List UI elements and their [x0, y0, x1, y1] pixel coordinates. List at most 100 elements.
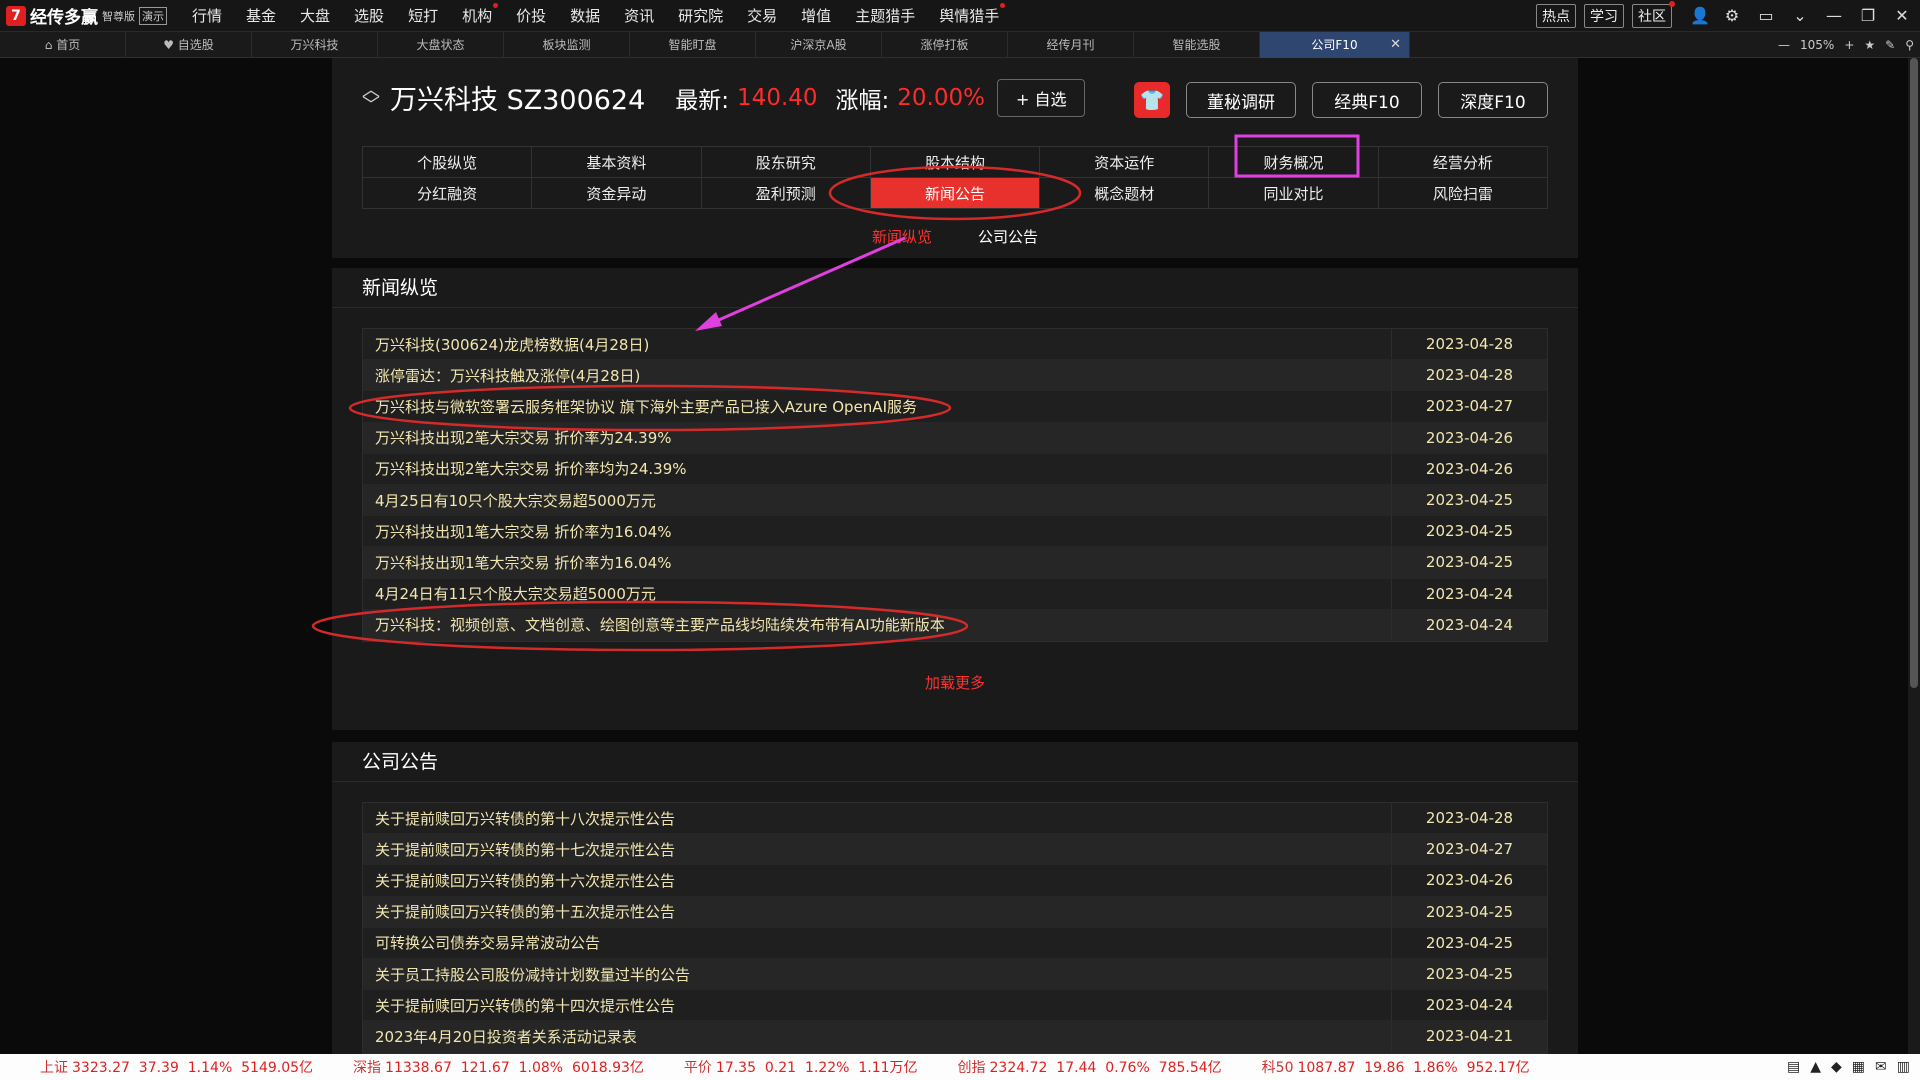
table-row[interactable]: 关于提前赎回万兴转债的第十八次提示性公告 2023-04-28 [363, 803, 1547, 835]
deep-f10-button[interactable]: 深度F10 [1438, 82, 1548, 118]
index-quote[interactable]: 上证 3323.27 37.39 1.14% 5149.05亿 [40, 1057, 313, 1077]
menu-item[interactable]: 大盘 [288, 5, 342, 26]
chevron-down-icon[interactable]: ⌄ [1792, 6, 1808, 25]
menu-item[interactable]: 选股 [342, 5, 396, 26]
close-icon[interactable]: ✕ [1894, 6, 1910, 25]
index-quote[interactable]: 平价 17.35 0.21 1.22% 1.11万亿 [684, 1057, 918, 1077]
restore-icon[interactable]: ❐ [1860, 6, 1876, 25]
table-row[interactable]: 4月25日有10只个股大宗交易超5000万元 2023-04-25 [363, 484, 1547, 517]
table-row[interactable]: 万兴科技出现1笔大宗交易 折价率为16.04% 2023-04-25 [363, 547, 1547, 579]
f10-nav-item[interactable]: 基本资料 [532, 147, 702, 178]
row-title-link[interactable]: 关于提前赎回万兴转债的第十七次提示性公告 [363, 839, 1391, 860]
f10-nav-item[interactable]: 盈利预测 [701, 178, 871, 209]
table-row[interactable]: 万兴科技与微软签署云服务框架协议 旗下海外主要产品已接入Azure OpenAI… [363, 391, 1547, 423]
alert-icon[interactable]: ▲ [1810, 1059, 1821, 1075]
zoom-in-icon[interactable]: + [1844, 38, 1854, 52]
subtab-announcements[interactable]: 公司公告 [978, 226, 1038, 247]
grid-icon[interactable]: ▥ [1897, 1059, 1910, 1075]
gear-icon[interactable]: ⚙ [1724, 6, 1740, 25]
tab-stock[interactable]: 万兴科技 [252, 31, 378, 58]
menu-item[interactable]: 资讯 [612, 5, 666, 26]
tab-smart-pick[interactable]: 智能选股 [1134, 31, 1260, 58]
tab-a-shares[interactable]: 沪深京A股 [756, 31, 882, 58]
tab-market-status[interactable]: 大盘状态 [378, 31, 504, 58]
tab-watchlist[interactable]: ♥ 自选股 [126, 31, 252, 58]
menu-item[interactable]: 舆情猎手 [927, 3, 1011, 26]
row-title-link[interactable]: 万兴科技：视频创意、文档创意、绘图创意等主要产品线均陆续发布带有AI功能新版本 [363, 614, 1391, 635]
row-title-link[interactable]: 涨停雷达：万兴科技触及涨停(4月28日) [363, 365, 1391, 386]
tab-home[interactable]: ⌂ 首页 [0, 31, 126, 58]
f10-nav-item[interactable]: 经营分析 [1378, 147, 1548, 178]
row-title-link[interactable]: 万兴科技出现2笔大宗交易 折价率均为24.39% [363, 458, 1391, 479]
layout-icon[interactable]: ▭ [1758, 6, 1774, 25]
tab-close-icon[interactable]: ✕ [1390, 37, 1401, 52]
row-title-link[interactable]: 关于员工持股公司股份减持计划数量过半的公告 [363, 964, 1391, 985]
f10-nav-item[interactable]: 概念题材 [1040, 178, 1210, 209]
row-title-link[interactable]: 万兴科技出现1笔大宗交易 折价率为16.04% [363, 552, 1391, 573]
menu-item[interactable]: 价投 [504, 5, 558, 26]
row-title-link[interactable]: 关于提前赎回万兴转债的第十四次提示性公告 [363, 995, 1391, 1016]
menu-item[interactable]: 短打 [396, 5, 450, 26]
row-title-link[interactable]: 2023年4月20日投资者关系活动记录表 [363, 1026, 1391, 1047]
table-row[interactable]: 万兴科技：视频创意、文档创意、绘图创意等主要产品线均陆续发布带有AI功能新版本 2… [363, 609, 1547, 641]
row-title-link[interactable]: 4月25日有10只个股大宗交易超5000万元 [363, 490, 1391, 511]
table-row[interactable]: 万兴科技出现2笔大宗交易 折价率为24.39% 2023-04-26 [363, 422, 1547, 454]
tab-monthly[interactable]: 经传月刊 [1008, 31, 1134, 58]
f10-nav-item[interactable]: 资本运作 [1040, 147, 1210, 178]
add-watchlist-button[interactable]: + 自选 [996, 78, 1086, 117]
row-title-link[interactable]: 关于提前赎回万兴转债的第十八次提示性公告 [363, 808, 1391, 829]
menu-item[interactable]: 研究院 [666, 5, 735, 26]
row-title-link[interactable]: 万兴科技与微软签署云服务框架协议 旗下海外主要产品已接入Azure OpenAI… [363, 396, 1391, 417]
table-row[interactable]: 万兴科技出现2笔大宗交易 折价率均为24.39% 2023-04-26 [363, 453, 1547, 485]
row-title-link[interactable]: 万兴科技(300624)龙虎榜数据(4月28日) [363, 334, 1391, 355]
table-row[interactable]: 2023年4月20日投资者关系活动记录表 2023-04-21 [363, 1021, 1547, 1053]
classic-f10-button[interactable]: 经典F10 [1312, 82, 1422, 118]
row-title-link[interactable]: 4月24日有11只个股大宗交易超5000万元 [363, 583, 1391, 604]
minimize-icon[interactable]: — [1826, 6, 1842, 25]
f10-nav-item[interactable]: 风险扫雷 [1378, 178, 1548, 209]
switch-stock-icon[interactable]: ︿ ﹀ [362, 81, 380, 114]
menu-item[interactable]: 基金 [234, 5, 288, 26]
tab-limit-up[interactable]: 涨停打板 [882, 31, 1008, 58]
tab-smart-watch[interactable]: 智能盯盘 [630, 31, 756, 58]
chart-icon[interactable]: ▦ [1852, 1059, 1865, 1075]
dongmi-research-button[interactable]: 董秘调研 [1186, 82, 1296, 118]
community-button[interactable]: 社区 [1632, 0, 1675, 28]
index-quote[interactable]: 深指 11338.67 121.67 1.08% 6018.93亿 [353, 1057, 644, 1077]
table-row[interactable]: 可转换公司债券交易异常波动公告 2023-04-25 [363, 927, 1547, 959]
menu-item[interactable]: 行情 [180, 5, 234, 26]
f10-nav-item[interactable]: 同业对比 [1209, 178, 1379, 209]
tab-sector-monitor[interactable]: 板块监测 [504, 31, 630, 58]
f10-nav-item[interactable]: 财务概况 [1209, 147, 1379, 178]
f10-nav-item[interactable]: 个股纵览 [363, 147, 533, 178]
f10-nav-item[interactable]: 股本结构 [870, 147, 1041, 178]
f10-nav-item[interactable]: 股东研究 [701, 147, 871, 178]
tab-company-f10[interactable]: 公司F10 ✕ [1260, 31, 1410, 58]
table-row[interactable]: 关于员工持股公司股份减持计划数量过半的公告 2023-04-25 [363, 958, 1547, 991]
pen-icon[interactable]: ✎ [1885, 38, 1895, 52]
star-icon[interactable]: ★ [1864, 38, 1875, 52]
hot-button[interactable]: 热点 [1536, 3, 1576, 28]
load-more-link[interactable]: 加载更多 [332, 672, 1578, 693]
menu-item[interactable]: 交易 [735, 5, 789, 26]
table-row[interactable]: 涨停雷达：万兴科技触及涨停(4月28日) 2023-04-28 [363, 360, 1547, 392]
table-row[interactable]: 万兴科技出现1笔大宗交易 折价率为16.04% 2023-04-25 [363, 516, 1547, 548]
menu-item[interactable]: 机构 [450, 3, 504, 26]
row-title-link[interactable]: 可转换公司债券交易异常波动公告 [363, 932, 1391, 953]
f10-nav-item[interactable]: 分红融资 [363, 178, 533, 209]
table-row[interactable]: 关于提前赎回万兴转债的第十四次提示性公告 2023-04-24 [363, 990, 1547, 1022]
pin-icon[interactable]: ⚲ [1905, 38, 1914, 52]
zoom-out-icon[interactable]: — [1778, 38, 1790, 52]
scroll-thumb[interactable] [1910, 58, 1918, 688]
shirt-icon[interactable]: 👕 [1134, 82, 1170, 118]
f10-nav-item[interactable]: 新闻公告 [870, 178, 1041, 209]
f10-nav-item[interactable]: 资金异动 [532, 178, 702, 209]
message-icon[interactable]: ✉ [1875, 1059, 1887, 1075]
scrollbar[interactable] [1908, 58, 1920, 1054]
table-row[interactable]: 关于提前赎回万兴转债的第十六次提示性公告 2023-04-26 [363, 865, 1547, 897]
user-icon[interactable]: 👤 [1690, 6, 1710, 25]
index-quote[interactable]: 科50 1087.87 19.86 1.86% 952.17亿 [1262, 1057, 1530, 1077]
table-row[interactable]: 关于提前赎回万兴转债的第十五次提示性公告 2023-04-25 [363, 896, 1547, 928]
menu-item[interactable]: 增值 [789, 5, 843, 26]
table-row[interactable]: 4月24日有11只个股大宗交易超5000万元 2023-04-24 [363, 578, 1547, 610]
